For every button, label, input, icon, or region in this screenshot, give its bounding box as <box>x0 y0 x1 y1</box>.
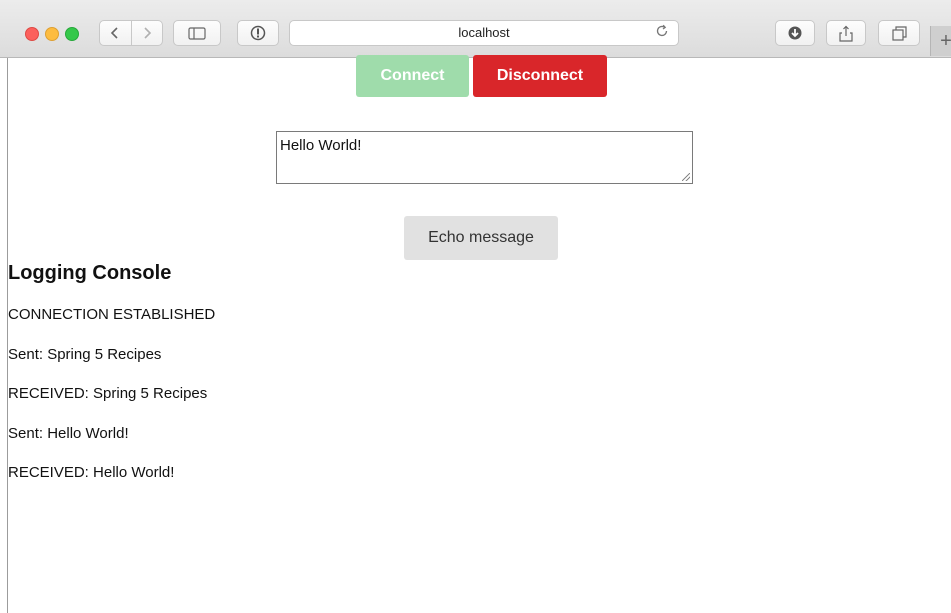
downloads-button[interactable] <box>775 20 815 46</box>
window-minimize-button[interactable] <box>45 27 59 41</box>
log-line: Sent: Hello World! <box>8 425 129 442</box>
chevron-right-icon <box>144 27 151 39</box>
window-left-edge <box>7 58 8 613</box>
share-icon <box>839 25 853 42</box>
log-line: RECEIVED: Spring 5 Recipes <box>8 385 208 402</box>
reload-icon[interactable] <box>655 24 669 41</box>
resize-handle-icon[interactable] <box>682 173 690 181</box>
privacy-button[interactable] <box>237 20 279 46</box>
chevron-left-icon <box>111 27 118 39</box>
sidebar-button[interactable] <box>173 20 221 46</box>
address-text: localhost <box>458 25 510 40</box>
disconnect-button[interactable]: Disconnect <box>473 55 607 97</box>
share-button[interactable] <box>826 20 866 46</box>
log-line: RECEIVED: Hello World! <box>8 464 175 481</box>
log-line: Sent: Spring 5 Recipes <box>8 346 162 363</box>
connect-button[interactable]: Connect <box>356 55 469 97</box>
window-close-button[interactable] <box>25 27 39 41</box>
echo-message-button[interactable]: Echo message <box>404 216 558 260</box>
address-bar[interactable]: localhost <box>289 20 679 46</box>
log-line: CONNECTION ESTABLISHED <box>8 306 216 323</box>
back-button[interactable] <box>100 21 131 45</box>
tabs-icon <box>891 25 907 41</box>
plus-icon: + <box>940 29 951 52</box>
forward-button[interactable] <box>130 21 163 45</box>
new-tab-button[interactable]: + <box>930 26 951 56</box>
message-textarea[interactable]: Hello World! <box>276 131 693 184</box>
browser-toolbar: localhost + <box>0 0 951 58</box>
tabs-overview-button[interactable] <box>878 20 920 46</box>
window-zoom-button[interactable] <box>65 27 79 41</box>
logging-console-title: Logging Console <box>8 262 172 284</box>
download-icon <box>788 26 802 40</box>
sidebar-icon <box>188 26 206 40</box>
message-text: Hello World! <box>280 137 362 154</box>
back-forward-group <box>99 20 163 46</box>
privacy-icon <box>250 25 266 41</box>
